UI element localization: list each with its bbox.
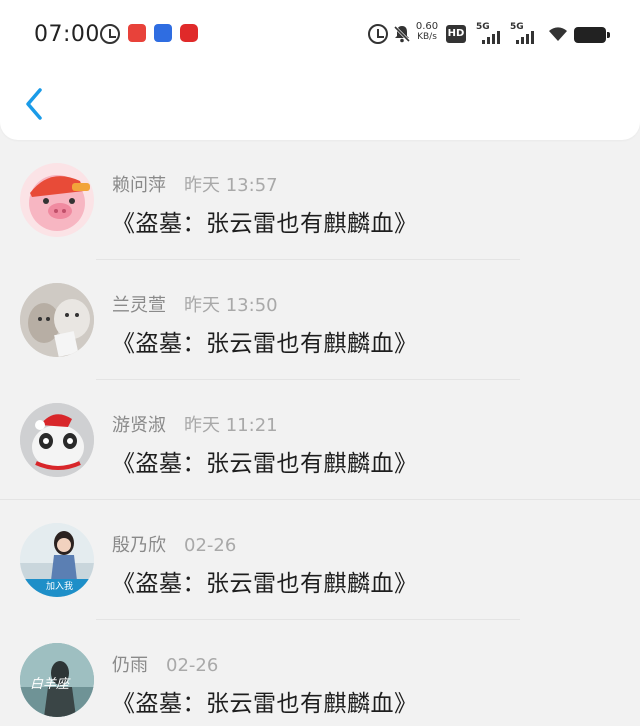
net-speed: 0.60 KB/s — [414, 21, 440, 43]
girl-photo-avatar: 加入我 — [20, 523, 94, 597]
sim1-label: 5G — [476, 22, 490, 32]
mute-bell-icon — [393, 25, 411, 43]
chevron-left-icon — [26, 88, 42, 120]
message-time: 02-26 — [166, 655, 219, 676]
conversation-item[interactable]: 兰灵萱 昨天 13:50 《盗墓：张云雷也有麒麟血》 — [0, 260, 640, 380]
contact-name: 游贤淑 — [112, 415, 166, 436]
app-icon-blue — [154, 24, 172, 42]
message-time: 昨天 13:50 — [184, 295, 278, 316]
status-bar: 07:00 0.60 KB/s HD 5G 5G — [0, 0, 640, 70]
conversation-item[interactable]: 赖问萍 昨天 13:57 《盗墓：张云雷也有麒麟血》 — [0, 140, 640, 260]
message-preview: 《盗墓：张云雷也有麒麟血》 — [112, 691, 418, 717]
conversation-header: 赖问萍 昨天 13:57 — [112, 171, 278, 197]
net-speed-unit: KB/s — [417, 32, 437, 42]
contact-name: 兰灵萱 — [112, 295, 166, 316]
two-cats-avatar — [20, 283, 94, 357]
top-bar: 07:00 0.60 KB/s HD 5G 5G — [0, 0, 640, 140]
message-preview: 《盗墓：张云雷也有麒麟血》 — [112, 571, 418, 597]
cat-santa-hat-avatar — [20, 403, 94, 477]
battery-icon — [574, 27, 610, 43]
aries-avatar: 白羊座 — [20, 643, 94, 717]
sim2-label: 5G — [510, 22, 524, 32]
alarm-icon — [100, 24, 120, 44]
avatar-caption: 加入我 — [46, 582, 74, 592]
message-time: 昨天 11:21 — [184, 415, 278, 436]
message-preview: 《盗墓：张云雷也有麒麟血》 — [112, 211, 418, 237]
pink-pig-cap-avatar — [20, 163, 94, 237]
hd-icon: HD — [446, 25, 466, 43]
back-button[interactable] — [20, 84, 50, 124]
wifi-icon — [549, 27, 567, 41]
signal-icon: 5G — [510, 22, 540, 46]
conversation-item[interactable]: 白羊座 仍雨 02-26 《盗墓：张云雷也有麒麟血》 — [0, 620, 640, 726]
net-speed-value: 0.60 — [415, 21, 439, 32]
conversation-header: 仍雨 02-26 — [112, 651, 218, 677]
contact-name: 赖问萍 — [112, 175, 166, 196]
contact-name: 仍雨 — [112, 655, 148, 676]
conversation-header: 兰灵萱 昨天 13:50 — [112, 291, 278, 317]
conversation-header: 游贤淑 昨天 11:21 — [112, 411, 278, 437]
status-time: 07:00 — [34, 22, 100, 47]
message-preview: 《盗墓：张云雷也有麒麟血》 — [112, 331, 418, 357]
avatar-caption: 白羊座 — [30, 677, 70, 692]
conversation-header: 殷乃欣 02-26 — [112, 531, 236, 557]
app-icon-red-2 — [180, 24, 198, 42]
conversation-item[interactable]: 加入我 殷乃欣 02-26 《盗墓：张云雷也有麒麟血》 — [0, 500, 640, 620]
message-preview: 《盗墓：张云雷也有麒麟血》 — [112, 451, 418, 477]
signal-icon: 5G — [476, 22, 506, 46]
message-time: 昨天 13:57 — [184, 175, 278, 196]
message-time: 02-26 — [184, 535, 237, 556]
alarm-icon — [368, 24, 388, 44]
app-icon-red-1 — [128, 24, 146, 42]
conversation-item[interactable]: 游贤淑 昨天 11:21 《盗墓：张云雷也有麒麟血》 — [0, 380, 640, 500]
contact-name: 殷乃欣 — [112, 535, 166, 556]
